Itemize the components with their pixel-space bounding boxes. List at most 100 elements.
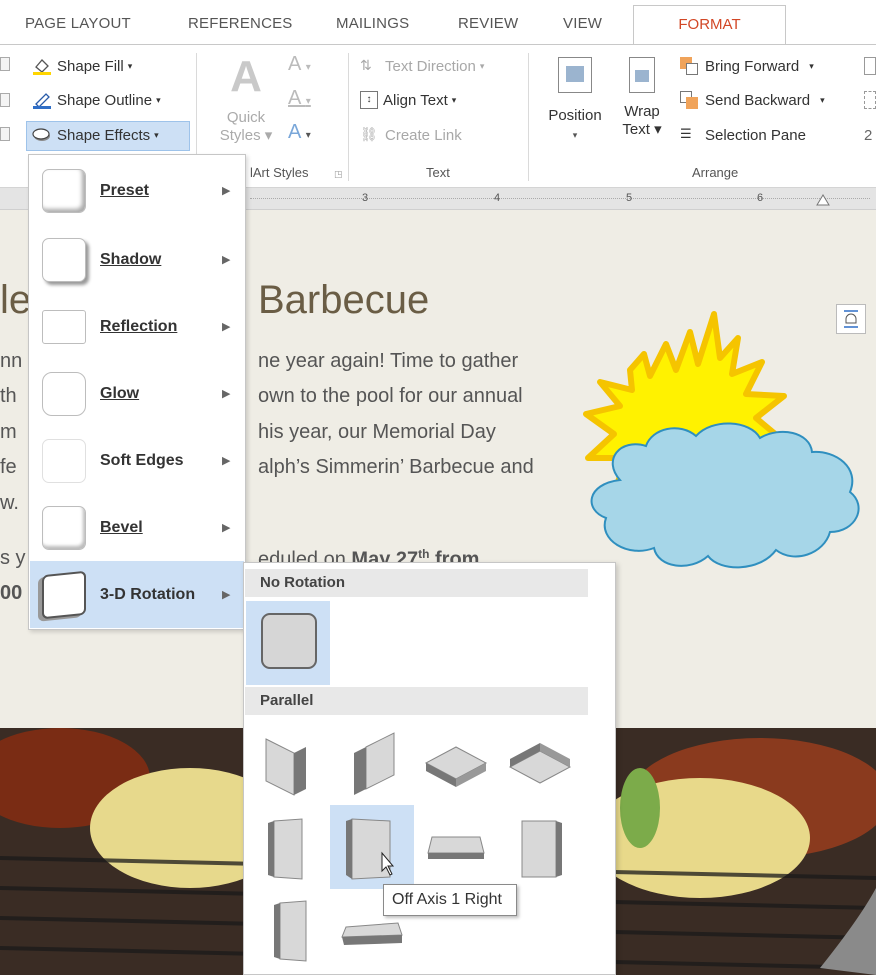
tab-review[interactable]: REVIEW — [458, 15, 518, 32]
text-group-label: Text — [426, 165, 450, 180]
arrange-group-label: Arrange — [692, 165, 739, 180]
menu-item-3d-rotation[interactable]: 3-D Rotation ▶ — [30, 561, 244, 628]
text-direction-icon: ⇅ — [360, 57, 372, 73]
shape-gallery-scroll-down[interactable] — [0, 93, 10, 107]
group-icon[interactable] — [864, 91, 876, 109]
isometric-bottom-down-icon — [508, 743, 572, 784]
text-fragment: fe — [0, 456, 17, 478]
create-link-label: Create Link — [385, 126, 462, 144]
3d-rotation-thumbnail-icon — [42, 570, 86, 619]
chevron-right-icon: ▶ — [222, 388, 231, 400]
wrap-text-button[interactable]: Wrap Text ▾ — [616, 53, 668, 157]
group-separator — [348, 53, 349, 181]
rotation-option-isometric-right-up[interactable] — [330, 723, 414, 807]
wrap-text-icon — [629, 57, 655, 93]
group-separator — [528, 53, 529, 181]
text-effects-icon[interactable]: A ▾ — [288, 121, 311, 144]
send-backward-button[interactable]: Send Backward ▾ — [680, 91, 825, 109]
bring-forward-label: Bring Forward — [705, 57, 800, 75]
bring-forward-icon — [680, 57, 700, 75]
align-text-button[interactable]: ↕ Align Text ▾ — [360, 91, 456, 109]
text-fill-icon[interactable]: A ▾ — [288, 53, 311, 76]
document-title: Barbecue — [258, 278, 430, 322]
chevron-down-icon: ▾ — [156, 94, 161, 105]
shape-outline-label: Shape Outline — [57, 91, 153, 109]
ruler-ticks — [250, 198, 870, 199]
paint-bucket-icon — [33, 59, 51, 75]
text-direction-label: Text Direction — [385, 57, 476, 75]
text-fragment: 00 — [0, 582, 23, 604]
layout-options-button[interactable] — [836, 304, 866, 334]
text-fragment: th — [0, 385, 17, 407]
chevron-right-icon: ▶ — [222, 185, 231, 197]
send-backward-icon — [680, 91, 700, 109]
bevel-thumbnail-icon — [42, 505, 86, 550]
dialog-launcher-icon[interactable]: ◳ — [334, 169, 343, 180]
rotation-option-isometric-top-up[interactable] — [414, 723, 498, 807]
position-button[interactable]: Position ▾ — [540, 53, 610, 157]
tab-page-layout[interactable]: PAGE LAYOUT — [25, 15, 131, 32]
selection-pane-button[interactable]: ☰ Selection Pane — [680, 126, 806, 144]
menu-item-bevel[interactable]: Bevel ▶ — [30, 494, 244, 561]
tab-format[interactable]: FORMAT — [633, 5, 786, 45]
bring-forward-button[interactable]: Bring Forward ▾ — [680, 57, 814, 75]
shape-fill-button[interactable]: Shape Fill ▾ — [32, 57, 132, 75]
shape-effects-button[interactable]: Shape Effects ▾ — [32, 126, 159, 144]
off-axis-1-left-icon — [268, 818, 303, 880]
selection-pane-icon: ☰ — [680, 126, 692, 141]
menu-item-glow[interactable]: Glow ▶ — [30, 360, 244, 427]
quick-styles-label-2: Styles ▾ — [219, 127, 273, 144]
ribbon-tab-bar: PAGE LAYOUT REFERENCES MAILINGS REVIEW V… — [0, 0, 876, 45]
rotation-option-isometric-left-down[interactable] — [246, 723, 330, 807]
chevron-down-icon: ▾ — [154, 129, 159, 140]
body-line: his year, our Memorial Day — [258, 421, 496, 443]
create-link-button[interactable]: ⛓ Create Link — [360, 126, 462, 144]
text-direction-button[interactable]: ⇅ Text Direction ▾ — [360, 57, 484, 75]
shadow-thumbnail-icon — [42, 237, 86, 282]
align-icon[interactable] — [864, 57, 876, 75]
rotation-option-off-axis-1-right[interactable] — [330, 805, 414, 889]
menu-item-shadow[interactable]: Shadow ▶ — [30, 226, 244, 293]
menu-item-reflection[interactable]: Reflection ▶ — [30, 293, 244, 360]
glow-thumbnail-icon — [42, 371, 86, 416]
shape-effects-label: Shape Effects — [57, 126, 151, 144]
menu-item-preset[interactable]: Preset ▶ — [30, 157, 244, 224]
sun-cloud-graphic[interactable] — [580, 310, 870, 580]
text-fragment: nn — [0, 350, 23, 372]
rotation-option-no-rotation[interactable] — [246, 601, 330, 685]
rotate-icon[interactable]: 2 — [864, 127, 872, 144]
ruler-mark: 4 — [494, 192, 501, 204]
shape-effects-menu: Preset ▶ Shadow ▶ Reflection ▶ Glow ▶ So… — [28, 154, 246, 630]
shape-outline-button[interactable]: Shape Outline ▾ — [32, 91, 161, 109]
chevron-down-icon: ▾ — [451, 94, 457, 105]
chevron-right-icon: ▶ — [222, 254, 231, 266]
quick-styles-button[interactable]: A Quick Styles ▾ — [218, 53, 274, 157]
shape-gallery-scroll-up[interactable] — [0, 57, 10, 71]
off-axis-1-right-icon — [346, 818, 395, 880]
rotation-option-isometric-bottom-down[interactable] — [498, 723, 582, 807]
position-label: Position — [548, 107, 602, 124]
position-icon — [558, 57, 592, 93]
shape-gallery-more[interactable] — [0, 127, 10, 141]
ruler-mark: 5 — [626, 192, 633, 204]
rotation-option-off-axis-2-left[interactable] — [498, 805, 582, 889]
rotation-option-off-axis-1-left[interactable] — [246, 805, 330, 889]
reflection-thumbnail-icon — [42, 309, 86, 344]
rotation-option-off-axis-2-right[interactable] — [246, 887, 330, 971]
menu-item-soft-edges[interactable]: Soft Edges ▶ — [30, 427, 244, 494]
tab-mailings[interactable]: MAILINGS — [336, 15, 409, 32]
isometric-right-up-icon — [354, 732, 395, 795]
rotation-option-off-axis-1-top[interactable] — [414, 805, 498, 889]
tab-references[interactable]: REFERENCES — [188, 15, 293, 32]
soft-edges-thumbnail-icon — [42, 438, 86, 483]
text-fragment: w. — [0, 492, 19, 514]
body-line: alph’s Simmerin’ Barbecue and — [258, 456, 534, 478]
text-outline-icon[interactable]: A ▾ — [288, 87, 311, 110]
body-line: ne year again! Time to gather — [258, 350, 519, 372]
selection-pane-label: Selection Pane — [705, 126, 806, 144]
right-indent-marker-icon[interactable] — [816, 192, 830, 206]
chain-link-icon: ⛓ — [360, 126, 378, 142]
chevron-down-icon: ▾ — [572, 130, 578, 140]
tab-view[interactable]: VIEW — [563, 15, 602, 32]
text-fragment: m — [0, 421, 17, 443]
